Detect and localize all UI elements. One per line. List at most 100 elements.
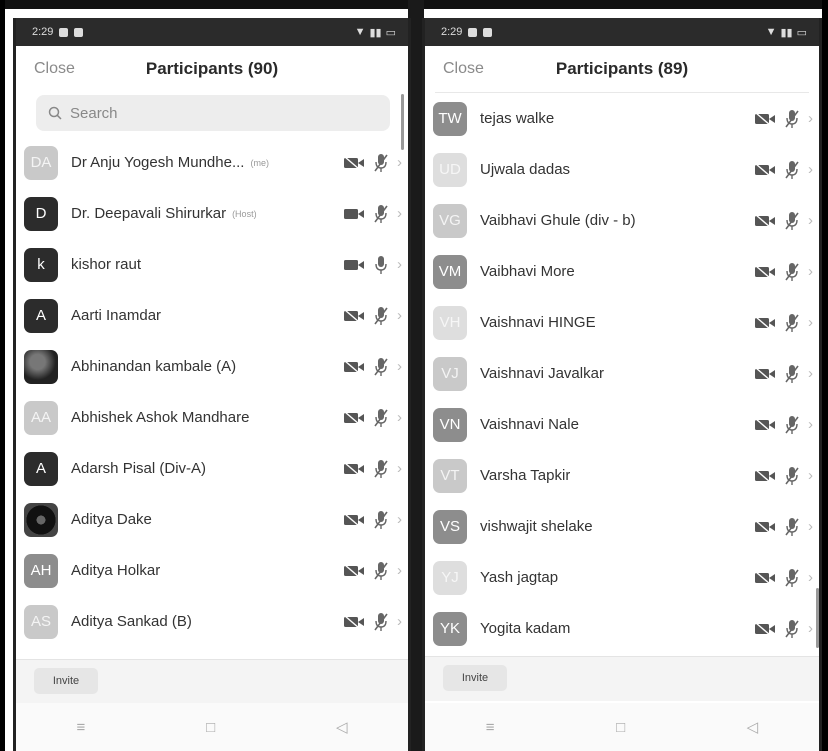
chevron-right-icon[interactable]: › (397, 307, 402, 324)
participant-row[interactable]: k kishor raut › (16, 239, 408, 290)
close-button[interactable]: Close (443, 60, 484, 78)
participant-row[interactable]: UD Ujwala dadas › (425, 144, 819, 195)
participant-row[interactable]: VS vishwajit shelake › (425, 501, 819, 552)
signal-icon: ▮▮ (369, 26, 382, 39)
participant-controls: › (754, 144, 813, 195)
chevron-right-icon[interactable]: › (808, 569, 813, 586)
chevron-right-icon[interactable]: › (808, 212, 813, 229)
participant-row[interactable]: Aditya Dake › (16, 494, 408, 545)
avatar: D (24, 196, 58, 231)
chevron-right-icon[interactable]: › (808, 314, 813, 331)
participant-row[interactable]: AS Aditya Sankad (B) › (16, 596, 408, 647)
mic-muted-icon (374, 204, 388, 223)
scrollbar[interactable] (816, 588, 819, 648)
video-off-icon (755, 213, 775, 228)
chevron-right-icon[interactable]: › (808, 161, 813, 178)
close-button[interactable]: Close (34, 60, 75, 78)
participant-controls: › (754, 348, 813, 399)
avatar: A (24, 451, 58, 486)
video-off-icon (344, 155, 364, 170)
mic-muted-icon (785, 568, 799, 587)
participant-controls: › (754, 450, 813, 501)
video-off-icon (755, 468, 775, 483)
recent-apps-icon[interactable]: ≡ (486, 719, 495, 736)
home-icon[interactable]: □ (206, 719, 215, 736)
chevron-right-icon[interactable]: › (397, 154, 402, 171)
participant-controls: › (754, 93, 813, 144)
wifi-icon: ▼ (354, 26, 366, 38)
chevron-right-icon[interactable]: › (397, 511, 402, 528)
participant-role-tag: (me) (250, 157, 269, 168)
phone-left: 2:29 ▼ ▮▮ ▭ Close Participants (90) Sear… (13, 18, 411, 751)
chevron-right-icon[interactable]: › (808, 110, 813, 127)
page-title: Participants (89) (555, 59, 689, 78)
android-nav-bar: ≡ □ ◁ (425, 703, 819, 751)
video-off-icon (344, 308, 364, 323)
mic-muted-icon (785, 415, 799, 434)
participant-row[interactable]: VN Vaishnavi Nale › (425, 399, 819, 450)
chevron-right-icon[interactable]: › (397, 613, 402, 630)
avatar: VS (433, 509, 467, 544)
participant-row[interactable]: VT Varsha Tapkir › (425, 450, 819, 501)
invite-button[interactable]: Invite (443, 665, 507, 691)
frame-left-edge (0, 0, 5, 751)
chevron-right-icon[interactable]: › (808, 620, 813, 637)
mic-muted-icon (374, 357, 388, 376)
video-icon (344, 208, 364, 219)
participant-row[interactable]: YK Yogita kadam › (425, 603, 819, 654)
search-input[interactable]: Search (36, 95, 390, 131)
participant-row[interactable]: D Dr. Deepavali Shirurkar (Host) › (16, 188, 408, 239)
status-time: 2:29 (32, 26, 54, 38)
participant-row[interactable]: DA Dr Anju Yogesh Mundhe... (me) › (16, 137, 408, 188)
mic-icon (375, 255, 387, 274)
notification-icon (74, 27, 84, 37)
avatar: YK (433, 611, 467, 646)
video-off-icon (755, 264, 775, 279)
chevron-right-icon[interactable]: › (808, 467, 813, 484)
participant-row[interactable]: YJ Yash jagtap › (425, 552, 819, 603)
battery-icon: ▭ (385, 26, 396, 39)
participant-name: Abhishek Ashok Mandhare (71, 409, 250, 426)
participant-name: Vaishnavi HINGE (480, 314, 596, 331)
participant-row[interactable]: AA Abhishek Ashok Mandhare › (16, 392, 408, 443)
chevron-right-icon[interactable]: › (397, 205, 402, 222)
chevron-right-icon[interactable]: › (808, 365, 813, 382)
avatar: A (24, 298, 58, 333)
participant-row[interactable]: AH Aditya Holkar › (16, 545, 408, 596)
participant-row[interactable]: VJ Vaishnavi Javalkar › (425, 348, 819, 399)
avatar: TW (433, 101, 467, 136)
wifi-icon: ▼ (765, 26, 777, 38)
participant-controls: › (343, 494, 402, 545)
back-icon[interactable]: ◁ (747, 718, 759, 736)
chevron-right-icon[interactable]: › (397, 409, 402, 426)
chevron-right-icon[interactable]: › (397, 256, 402, 273)
chevron-right-icon[interactable]: › (397, 460, 402, 477)
participant-controls: › (343, 290, 402, 341)
participant-row[interactable]: A Adarsh Pisal (Div-A) › (16, 443, 408, 494)
video-off-icon (344, 359, 364, 374)
participant-row[interactable]: Abhinandan kambale (A) › (16, 341, 408, 392)
participant-name: Abhinandan kambale (A) (71, 358, 237, 375)
scrollbar[interactable] (401, 94, 404, 150)
mic-muted-icon (785, 211, 799, 230)
participant-name: vishwajit shelake (480, 518, 593, 535)
footer-bar: Invite (425, 656, 819, 701)
invite-button[interactable]: Invite (34, 668, 98, 694)
mic-muted-icon (785, 313, 799, 332)
participant-row[interactable]: A Aarti Inamdar › (16, 290, 408, 341)
participant-row[interactable]: VH Vaishnavi HINGE › (425, 297, 819, 348)
chevron-right-icon[interactable]: › (397, 562, 402, 579)
participant-row[interactable]: VM Vaibhavi More › (425, 246, 819, 297)
chevron-right-icon[interactable]: › (808, 263, 813, 280)
participant-name: Yash jagtap (480, 569, 559, 586)
chevron-right-icon[interactable]: › (397, 358, 402, 375)
participant-row[interactable]: TW tejas walke › (425, 93, 819, 144)
recent-apps-icon[interactable]: ≡ (76, 719, 85, 736)
chevron-right-icon[interactable]: › (808, 416, 813, 433)
participants-header: Close Participants (89) (425, 46, 819, 92)
notification-icon (59, 27, 69, 37)
home-icon[interactable]: □ (616, 719, 625, 736)
participant-row[interactable]: VG Vaibhavi Ghule (div - b) › (425, 195, 819, 246)
chevron-right-icon[interactable]: › (808, 518, 813, 535)
back-icon[interactable]: ◁ (336, 718, 348, 736)
